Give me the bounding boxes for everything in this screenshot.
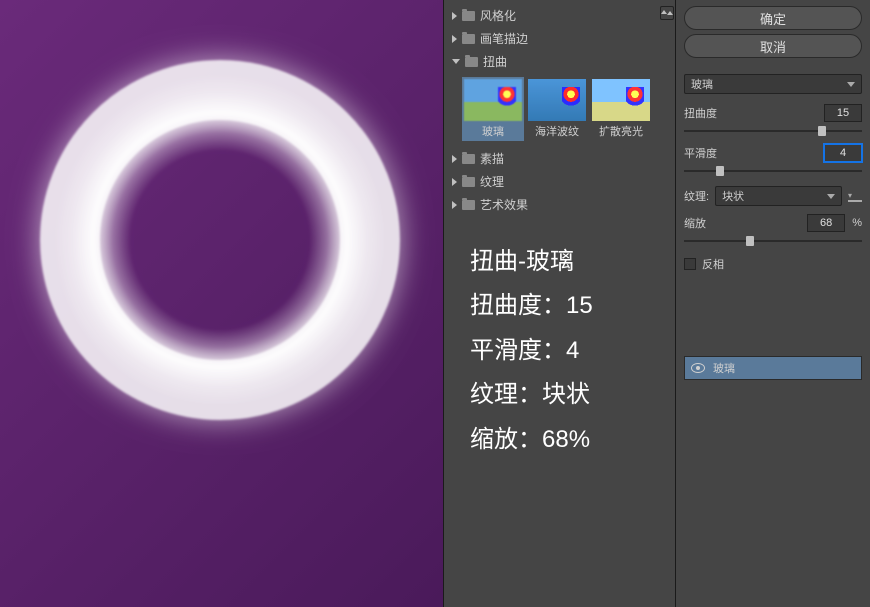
- preview-panel: [0, 0, 443, 607]
- invert-checkbox[interactable]: [684, 258, 696, 270]
- zoom-value: 68: [807, 214, 845, 232]
- category-label: 画笔描边: [480, 30, 528, 47]
- invert-label: 反相: [702, 256, 724, 272]
- thumb-label: 玻璃: [482, 123, 504, 139]
- smoothness-input[interactable]: [824, 144, 862, 162]
- invert-row: 反相: [684, 256, 862, 272]
- smoothness-label: 平滑度: [684, 145, 717, 161]
- texture-dropdown[interactable]: 块状: [715, 186, 842, 206]
- category-label: 扭曲: [483, 53, 507, 70]
- smoothness-slider[interactable]: [684, 170, 862, 172]
- category-distort[interactable]: 扭曲: [444, 50, 675, 73]
- category-label: 艺术效果: [480, 196, 528, 213]
- texture-label: 纹理:: [684, 188, 709, 204]
- overlay-zoom: 缩放：68%: [470, 418, 593, 462]
- category-sketch[interactable]: 素描: [444, 147, 675, 170]
- overlay-title: 扭曲-玻璃: [470, 240, 593, 284]
- zoom-slider[interactable]: [684, 240, 862, 242]
- effect-stack: 玻璃: [684, 356, 862, 380]
- category-texture[interactable]: 纹理: [444, 170, 675, 193]
- chevron-right-icon: [452, 35, 457, 43]
- distortion-input[interactable]: [824, 104, 862, 122]
- chevron-up-icon: [667, 11, 673, 15]
- category-brush-strokes[interactable]: 画笔描边: [444, 27, 675, 50]
- category-label: 纹理: [480, 173, 504, 190]
- thumb-image: [528, 79, 586, 121]
- chevron-right-icon: [452, 155, 457, 163]
- category-artistic[interactable]: 艺术效果: [444, 193, 675, 216]
- category-label: 风格化: [480, 7, 516, 24]
- folder-icon: [462, 11, 475, 21]
- eye-icon[interactable]: [691, 363, 705, 373]
- collapse-button[interactable]: [660, 6, 674, 20]
- chevron-right-icon: [452, 178, 457, 186]
- slider-thumb[interactable]: [746, 236, 754, 246]
- thumb-label: 扩散亮光: [599, 123, 643, 139]
- dropdown-value: 玻璃: [691, 76, 713, 92]
- overlay-distortion: 扭曲度：15: [470, 284, 593, 328]
- effect-label: 玻璃: [713, 360, 735, 376]
- folder-icon: [462, 154, 475, 164]
- distortion-param: 扭曲度: [684, 104, 862, 122]
- slider-thumb[interactable]: [818, 126, 826, 136]
- thumb-glass[interactable]: 玻璃: [462, 77, 524, 141]
- distortion-label: 扭曲度: [684, 105, 717, 121]
- folder-icon: [465, 57, 478, 67]
- slider-thumb[interactable]: [716, 166, 724, 176]
- folder-icon: [462, 34, 475, 44]
- annotation-overlay: 扭曲-玻璃 扭曲度：15 平滑度：4 纹理：块状 缩放：68%: [470, 240, 593, 462]
- dropdown-value: 块状: [722, 188, 744, 204]
- thumb-image: [464, 79, 522, 121]
- zoom-unit: %: [852, 217, 862, 229]
- overlay-texture: 纹理：块状: [470, 373, 593, 417]
- overlay-smoothness: 平滑度：4: [470, 329, 593, 373]
- distortion-slider[interactable]: [684, 130, 862, 132]
- thumb-image: [592, 79, 650, 121]
- thumb-ocean-ripple[interactable]: 海洋波纹: [526, 77, 588, 141]
- category-stylize[interactable]: 风格化: [444, 4, 675, 27]
- chevron-right-icon: [452, 201, 457, 209]
- texture-menu-icon[interactable]: [848, 191, 862, 201]
- thumb-diffuse-glow[interactable]: 扩散亮光: [590, 77, 652, 141]
- category-label: 素描: [480, 150, 504, 167]
- smoothness-param: 平滑度: [684, 144, 862, 162]
- ok-button[interactable]: 确定: [684, 6, 862, 30]
- zoom-row: 缩放 68 %: [684, 214, 862, 232]
- preview-image: [40, 60, 400, 420]
- cancel-button[interactable]: 取消: [684, 34, 862, 58]
- controls-panel: 确定 取消 玻璃 扭曲度 平滑度 纹理: 块状 缩放 68 %: [675, 0, 870, 607]
- effect-row[interactable]: 玻璃: [685, 357, 861, 379]
- thumb-label: 海洋波纹: [535, 123, 579, 139]
- filter-thumbnails: 玻璃 海洋波纹 扩散亮光: [444, 73, 675, 147]
- chevron-right-icon: [452, 12, 457, 20]
- chevron-down-icon: [452, 59, 460, 64]
- folder-icon: [462, 200, 475, 210]
- folder-icon: [462, 177, 475, 187]
- zoom-label: 缩放: [684, 215, 706, 231]
- texture-row: 纹理: 块状: [684, 186, 862, 206]
- filter-name-dropdown[interactable]: 玻璃: [684, 74, 862, 94]
